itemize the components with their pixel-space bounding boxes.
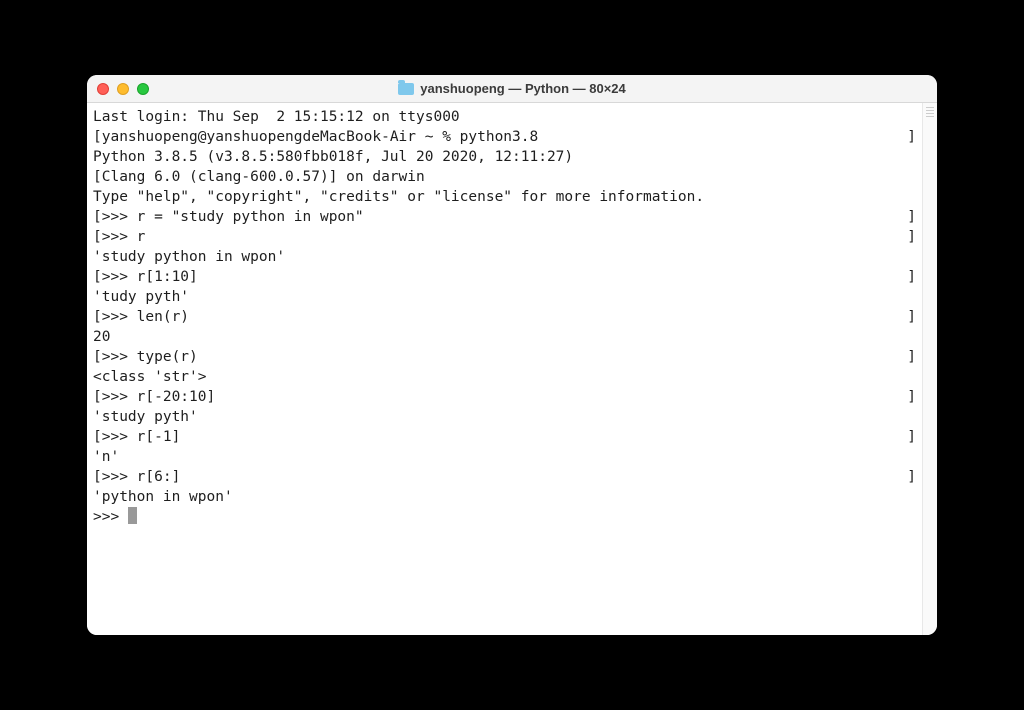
scrollbar-texture xyxy=(926,107,934,117)
bracket-close: ] xyxy=(907,347,916,367)
titlebar: yanshuopeng — Python — 80×24 xyxy=(87,75,937,103)
terminal-text: >>> r[-1] xyxy=(102,427,908,447)
terminal-line: [>>> type(r)] xyxy=(93,347,916,367)
terminal-line: [>>> r[1:10]] xyxy=(93,267,916,287)
bracket-close: ] xyxy=(907,307,916,327)
scrollbar[interactable] xyxy=(922,103,937,635)
bracket-close: ] xyxy=(907,387,916,407)
terminal-text: >>> r xyxy=(102,227,908,247)
bracket-open: [ xyxy=(93,427,102,447)
bracket-open: [ xyxy=(93,227,102,247)
terminal-line: Last login: Thu Sep 2 15:15:12 on ttys00… xyxy=(93,107,916,127)
terminal-line: Type "help", "copyright", "credits" or "… xyxy=(93,187,916,207)
terminal-text: >>> r[1:10] xyxy=(102,267,908,287)
terminal-line: Python 3.8.5 (v3.8.5:580fbb018f, Jul 20 … xyxy=(93,147,916,167)
terminal-text: >>> len(r) xyxy=(102,307,908,327)
window-body: Last login: Thu Sep 2 15:15:12 on ttys00… xyxy=(87,103,937,635)
terminal-line: [>>> r[-1]] xyxy=(93,427,916,447)
terminal-line: 'tudy pyth' xyxy=(93,287,916,307)
bracket-close: ] xyxy=(907,127,916,147)
bracket-close: ] xyxy=(907,227,916,247)
traffic-lights xyxy=(97,83,149,95)
bracket-open: [ xyxy=(93,307,102,327)
bracket-open: [ xyxy=(93,127,102,147)
terminal-text: >>> r = "study python in wpon" xyxy=(102,207,908,227)
folder-icon xyxy=(398,83,414,95)
terminal-line: [>>> r] xyxy=(93,227,916,247)
terminal-content[interactable]: Last login: Thu Sep 2 15:15:12 on ttys00… xyxy=(87,103,922,635)
minimize-button[interactable] xyxy=(117,83,129,95)
terminal-prompt: >>> xyxy=(93,509,128,525)
title-wrap: yanshuopeng — Python — 80×24 xyxy=(87,81,937,96)
bracket-open: [ xyxy=(93,387,102,407)
terminal-line: [>>> r[6:]] xyxy=(93,467,916,487)
terminal-line: [Clang 6.0 (clang-600.0.57)] on darwin xyxy=(93,167,916,187)
terminal-line: [>>> len(r)] xyxy=(93,307,916,327)
terminal-text: >>> type(r) xyxy=(102,347,908,367)
terminal-line: 'python in wpon' xyxy=(93,487,916,507)
bracket-open: [ xyxy=(93,467,102,487)
terminal-line: [>>> r[-20:10]] xyxy=(93,387,916,407)
terminal-text: >>> r[6:] xyxy=(102,467,908,487)
terminal-line: 'n' xyxy=(93,447,916,467)
terminal-line: >>> xyxy=(93,507,916,527)
bracket-close: ] xyxy=(907,207,916,227)
terminal-text: >>> r[-20:10] xyxy=(102,387,908,407)
cursor xyxy=(128,507,137,524)
window-title: yanshuopeng — Python — 80×24 xyxy=(420,81,626,96)
bracket-close: ] xyxy=(907,427,916,447)
terminal-line: 'study python in wpon' xyxy=(93,247,916,267)
bracket-close: ] xyxy=(907,267,916,287)
maximize-button[interactable] xyxy=(137,83,149,95)
bracket-open: [ xyxy=(93,347,102,367)
terminal-line: 'study pyth' xyxy=(93,407,916,427)
bracket-open: [ xyxy=(93,207,102,227)
close-button[interactable] xyxy=(97,83,109,95)
terminal-line: 20 xyxy=(93,327,916,347)
terminal-line: [yanshuopeng@yanshuopengdeMacBook-Air ~ … xyxy=(93,127,916,147)
bracket-open: [ xyxy=(93,267,102,287)
bracket-close: ] xyxy=(907,467,916,487)
terminal-text: yanshuopeng@yanshuopengdeMacBook-Air ~ %… xyxy=(102,127,908,147)
terminal-line: <class 'str'> xyxy=(93,367,916,387)
terminal-line: [>>> r = "study python in wpon"] xyxy=(93,207,916,227)
terminal-window: yanshuopeng — Python — 80×24 Last login:… xyxy=(87,75,937,635)
